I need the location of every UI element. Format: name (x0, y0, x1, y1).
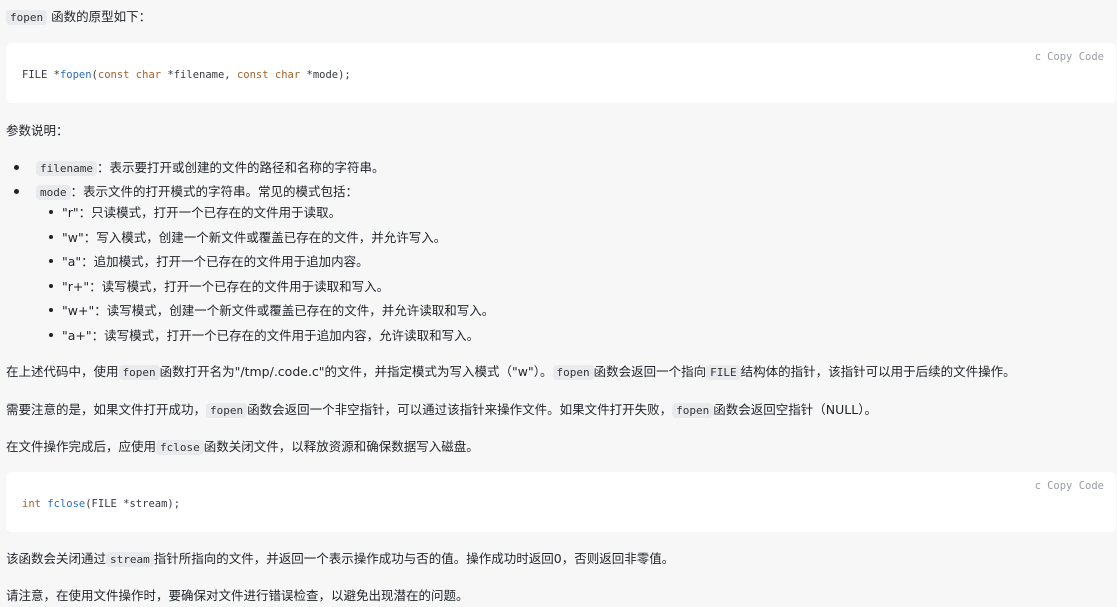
mode-item-w: "w"：写入模式，创建一个新文件或覆盖已存在的文件，并允许写入。 (49, 228, 446, 248)
code-block-fclose: c Copy Code int fclose(FILE *stream); (6, 472, 1116, 532)
list-item-mode: mode ：表示文件的打开模式的字符串。常见的模式包括： (14, 182, 358, 202)
paragraph-return-value: 需要注意的是，如果文件打开成功， fopen 函数会返回一个非空指针，可以通过该指针… (6, 402, 877, 418)
code-language-label: c (1034, 51, 1042, 63)
inline-code: fopen (552, 365, 594, 380)
intro-text: 函数的原型如下： (51, 9, 152, 24)
mode-item-a-plus: "a+"：读写模式，打开一个已存在的文件用于追加内容，允许读取和写入。 (49, 326, 479, 346)
paragraph-fclose: 在文件操作完成后，应使用 fclose 函数关闭文件，以释放资源和确保数据写入磁盘。 (6, 439, 479, 455)
copy-code-button[interactable]: c Copy Code (1035, 478, 1104, 495)
inline-code: mode (36, 185, 71, 200)
paragraph-fclose-return: 该函数会关闭通过 stream 指针所指向的文件，并返回一个表示操作成功与否的值。操… (6, 551, 675, 567)
code-language-label: c (1034, 480, 1042, 492)
mode-item-a: "a"：追加模式，打开一个已存在的文件用于追加内容。 (49, 252, 369, 272)
inline-code: fopen (672, 403, 714, 418)
code-line: int fclose(FILE *stream); (22, 498, 181, 510)
inline-code: stream (106, 552, 154, 567)
inline-code: fopen (206, 403, 248, 418)
copy-code-label: Copy Code (1047, 480, 1104, 492)
paragraph-error-check: 请注意，在使用文件操作时，要确保对文件进行错误检查，以避免出现潜在的问题。 (6, 588, 469, 603)
copy-code-label: Copy Code (1047, 51, 1104, 63)
paragraph-fopen-usage: 在上述代码中，使用 fopen 函数打开名为"/tmp/.code.c"的文件，并指… (6, 364, 1016, 380)
copy-code-button[interactable]: c Copy Code (1035, 49, 1104, 66)
inline-code: FILE (706, 365, 741, 380)
list-item-filename: filename ：表示要打开或创建的文件的路径和名称的字符串。 (14, 158, 385, 178)
inline-code: fopen (118, 365, 160, 380)
intro-paragraph: fopen 函数的原型如下： (6, 7, 151, 27)
inline-code: filename (36, 161, 97, 176)
mode-item-w-plus: "w+"：读写模式，创建一个新文件或覆盖已存在的文件，并允许读取和写入。 (49, 301, 494, 321)
mode-item-r-plus: "r+"：读写模式，打开一个已存在的文件用于读取和写入。 (49, 277, 389, 297)
params-heading: 参数说明： (6, 123, 69, 138)
inline-code: fopen (6, 10, 48, 25)
mode-item-r: "r"：只读模式，打开一个已存在的文件用于读取。 (49, 203, 341, 223)
inline-code: fclose (156, 440, 204, 455)
code-line: FILE *fopen(const char *filename, const … (22, 69, 351, 81)
code-block-fopen: c Copy Code FILE *fopen(const char *file… (6, 43, 1116, 103)
